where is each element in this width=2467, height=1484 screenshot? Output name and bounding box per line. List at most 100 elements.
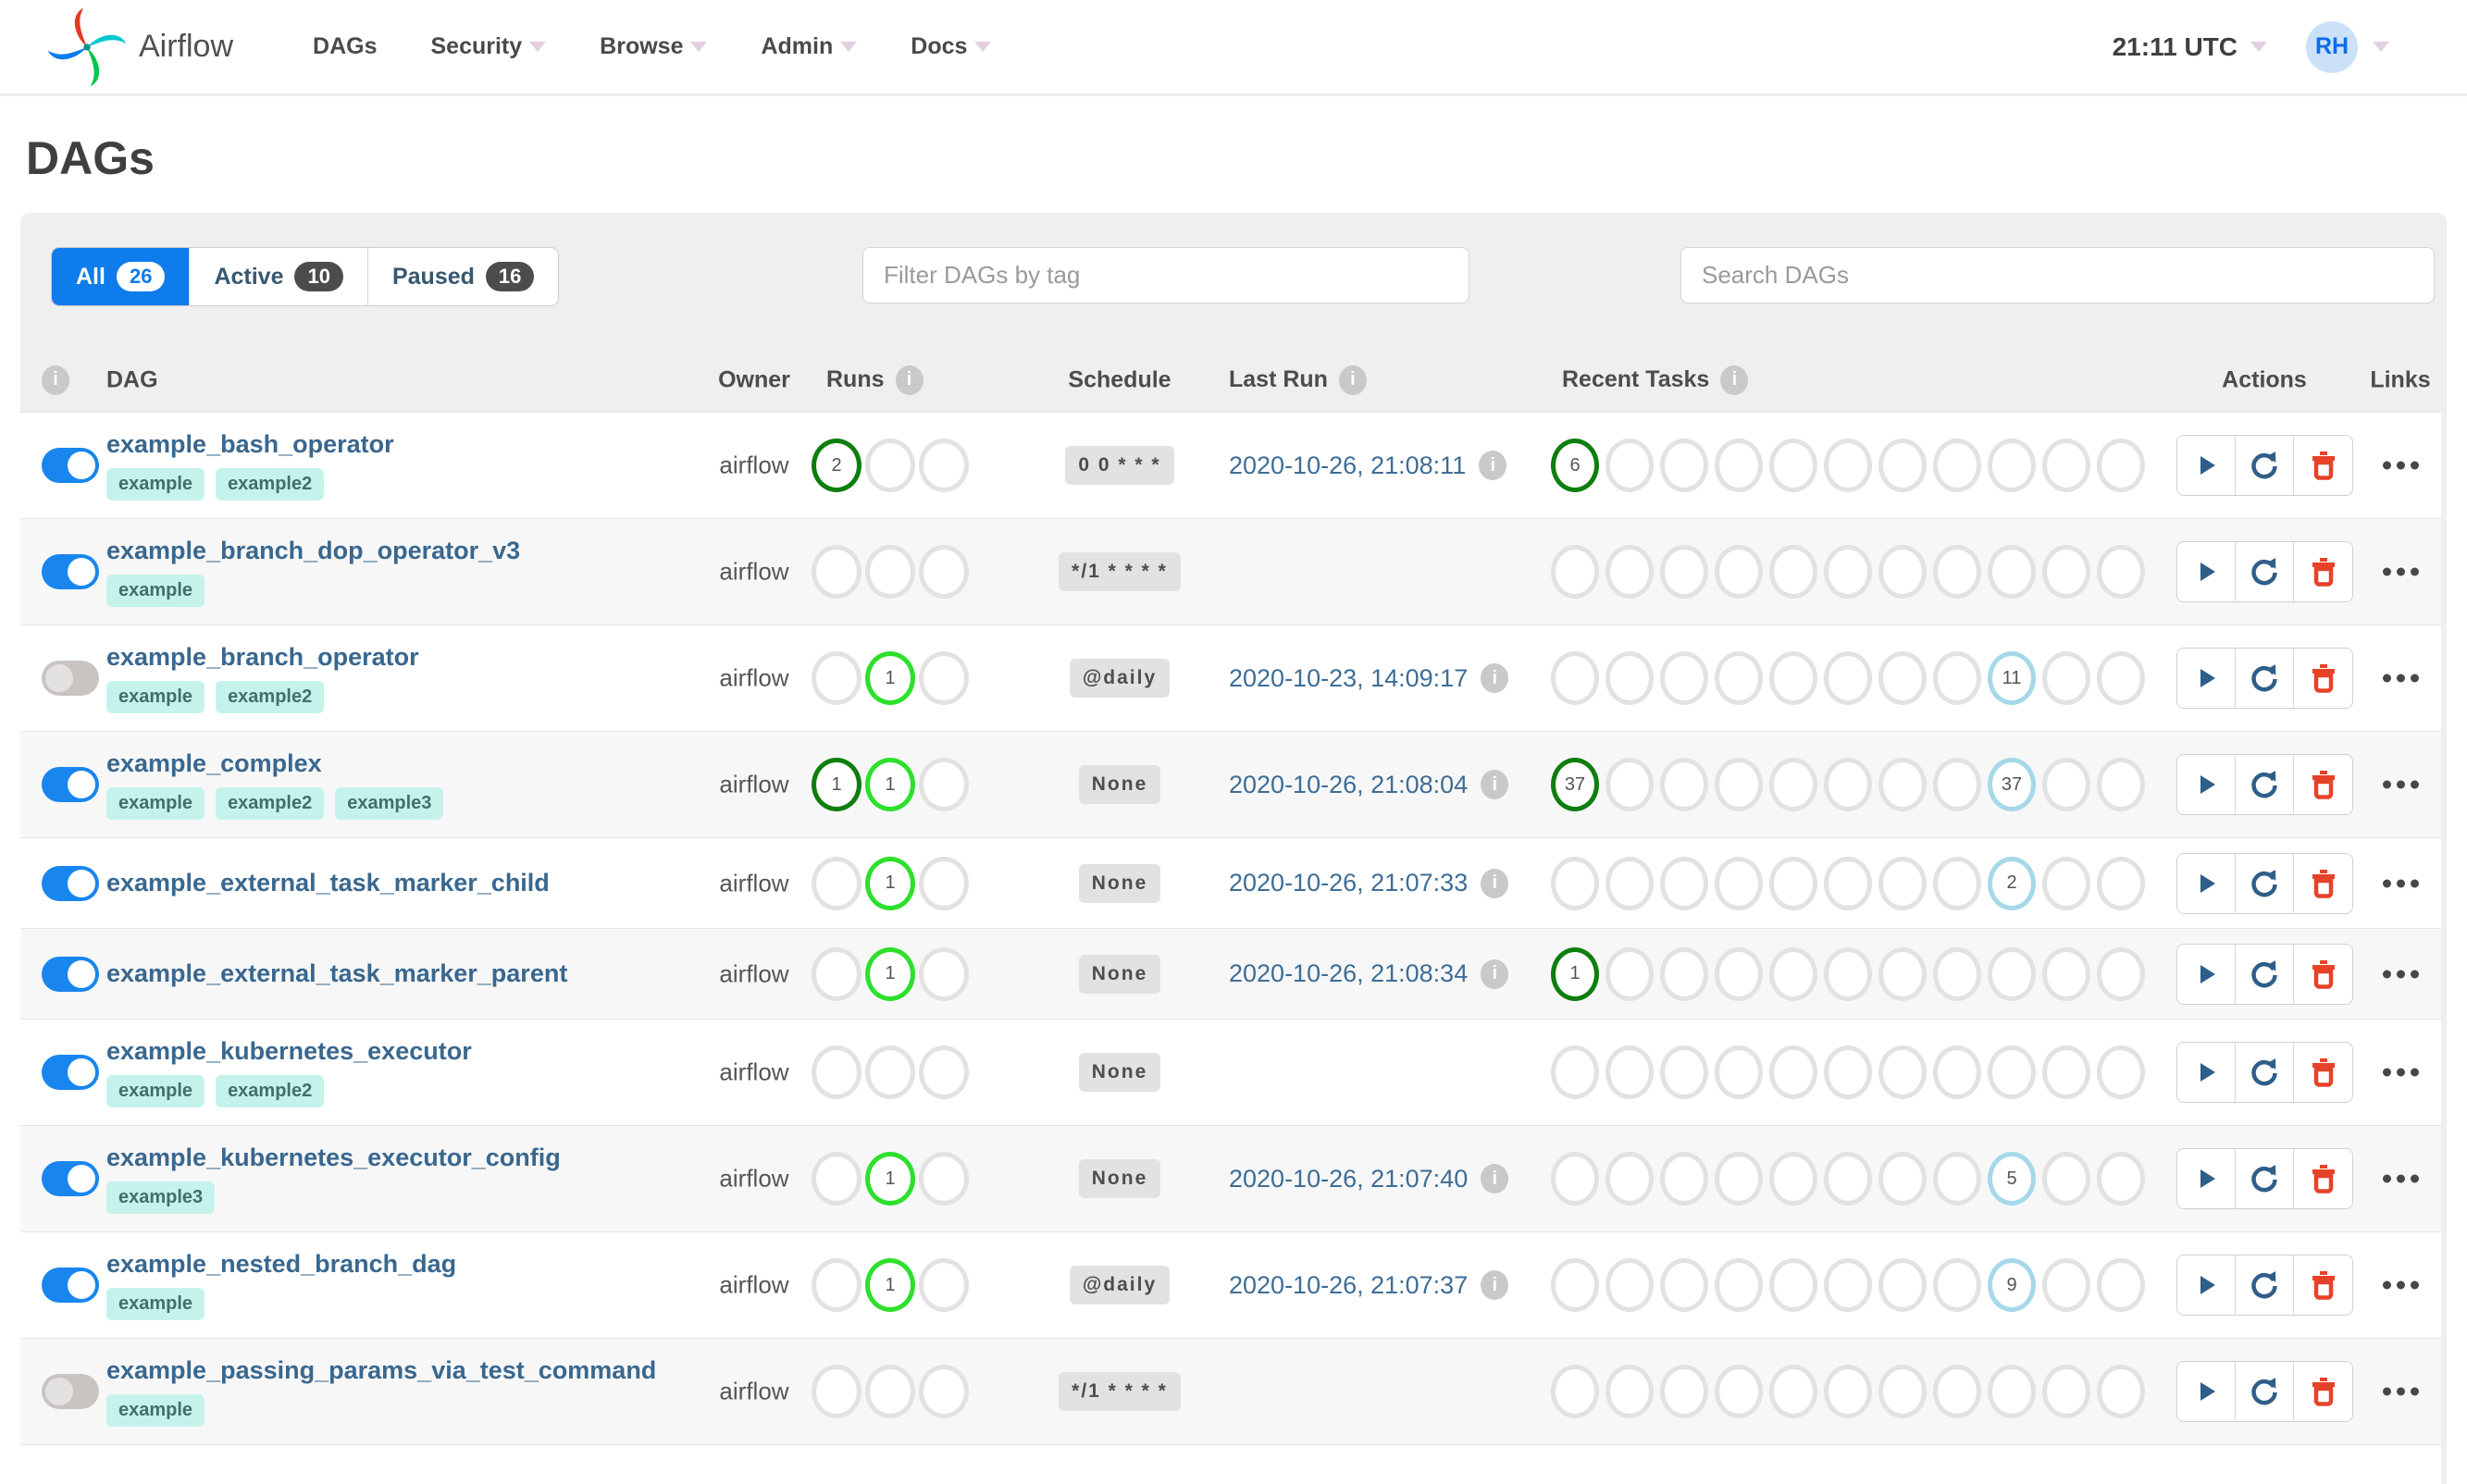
filter-tags-input[interactable]	[862, 247, 1469, 303]
task-state-circle-up_for_retry[interactable]	[1824, 946, 1872, 1001]
refresh-dag-button[interactable]	[2236, 649, 2294, 708]
task-state-circle-success[interactable]	[812, 1152, 862, 1206]
task-state-circle-success[interactable]	[1551, 1365, 1599, 1418]
task-state-circle-skipped[interactable]	[1769, 1045, 1817, 1099]
task-state-circle-skipped[interactable]	[1769, 439, 1817, 492]
search-dags-input[interactable]	[1680, 247, 2435, 303]
task-state-circle-running[interactable]	[1605, 1258, 1654, 1312]
task-state-circle-queued[interactable]	[1933, 1045, 1981, 1099]
task-state-circle-removed[interactable]	[2097, 946, 2145, 1001]
task-state-circle-removed[interactable]	[2097, 856, 2145, 910]
dag-pause-toggle[interactable]	[42, 554, 99, 589]
task-state-circle-success[interactable]	[812, 651, 862, 705]
delete-dag-button[interactable]	[2294, 436, 2352, 495]
task-state-circle-success[interactable]	[1551, 1045, 1599, 1099]
task-state-circle-up_for_reschedule[interactable]	[1878, 758, 1927, 811]
task-state-circle-up_for_reschedule[interactable]	[1878, 1365, 1927, 1418]
task-state-circle-removed[interactable]	[2097, 545, 2145, 599]
dag-pause-toggle[interactable]	[42, 865, 99, 901]
dag-links-menu[interactable]	[2362, 1280, 2439, 1290]
delete-dag-button[interactable]	[2294, 853, 2352, 913]
task-state-circle-scheduled[interactable]	[2042, 856, 2090, 910]
dag-links-menu[interactable]	[2362, 674, 2439, 683]
dag-tag-badge[interactable]: example	[106, 1075, 205, 1107]
task-state-circle-failed[interactable]	[1660, 651, 1708, 705]
dag-tag-badge[interactable]: example3	[335, 787, 444, 820]
task-state-circle-success[interactable]: 1	[812, 758, 862, 811]
task-state-circle-failed[interactable]	[1660, 856, 1708, 910]
last-run-link[interactable]: 2020-10-26, 21:07:37	[1229, 1271, 1468, 1300]
trigger-dag-button[interactable]	[2177, 436, 2236, 495]
task-state-circle-scheduled[interactable]	[2042, 1365, 2090, 1418]
task-state-circle-success[interactable]	[812, 946, 862, 1001]
dag-links-menu[interactable]	[2362, 567, 2439, 576]
task-state-circle-up_for_retry[interactable]	[1824, 758, 1872, 811]
task-state-circle-skipped[interactable]	[1769, 758, 1817, 811]
task-state-circle-upstream_failed[interactable]	[1715, 1152, 1763, 1206]
task-state-circle-scheduled[interactable]	[2042, 1152, 2090, 1206]
dag-links-menu[interactable]	[2362, 1387, 2439, 1396]
task-state-circle-upstream_failed[interactable]	[1715, 651, 1763, 705]
task-state-circle-up_for_reschedule[interactable]	[1878, 1152, 1927, 1206]
task-state-circle-queued[interactable]	[1933, 1365, 1981, 1418]
task-state-circle-up_for_reschedule[interactable]	[1878, 651, 1927, 705]
task-state-circle-queued[interactable]	[1933, 758, 1981, 811]
task-state-circle-running[interactable]	[865, 1365, 915, 1418]
task-state-circle-failed[interactable]	[1660, 946, 1708, 1001]
tab-active[interactable]: Active 10	[190, 248, 368, 305]
dag-tag-badge[interactable]: example	[106, 787, 205, 820]
dag-name-link[interactable]: example_kubernetes_executor	[106, 1037, 472, 1066]
task-state-circle-up_for_reschedule[interactable]	[1878, 439, 1927, 492]
delete-dag-button[interactable]	[2294, 542, 2352, 601]
task-state-circle-scheduled[interactable]	[2042, 758, 2090, 811]
task-state-circle-scheduled[interactable]	[2042, 651, 2090, 705]
dag-name-link[interactable]: example_external_task_marker_parent	[106, 959, 567, 988]
task-state-circle-running[interactable]	[1605, 946, 1654, 1001]
task-state-circle-scheduled[interactable]	[2042, 439, 2090, 492]
delete-dag-button[interactable]	[2294, 1149, 2352, 1208]
task-state-circle-success[interactable]: 1	[1551, 946, 1599, 1001]
task-state-circle-none[interactable]: 9	[1988, 1258, 2036, 1312]
task-state-circle-failed[interactable]	[919, 946, 969, 1001]
task-state-circle-success[interactable]	[812, 1045, 862, 1099]
nav-item-admin[interactable]: Admin	[761, 33, 858, 60]
dag-pause-toggle[interactable]	[42, 1268, 99, 1303]
task-state-circle-upstream_failed[interactable]	[1715, 1258, 1763, 1312]
dag-links-menu[interactable]	[2362, 461, 2439, 470]
task-state-circle-up_for_retry[interactable]	[1824, 1045, 1872, 1099]
task-state-circle-running[interactable]: 1	[865, 1258, 915, 1312]
task-state-circle-skipped[interactable]	[1769, 1365, 1817, 1418]
task-state-circle-skipped[interactable]	[1769, 946, 1817, 1001]
utc-clock-dropdown[interactable]: 21:11 UTC	[2113, 32, 2267, 62]
task-state-circle-success[interactable]	[812, 545, 862, 599]
nav-item-security[interactable]: Security	[431, 33, 547, 60]
task-state-circle-success[interactable]	[1551, 1258, 1599, 1312]
dag-name-link[interactable]: example_bash_operator	[106, 430, 394, 459]
dag-tag-badge[interactable]: example2	[216, 681, 325, 713]
trigger-dag-button[interactable]	[2177, 649, 2236, 708]
task-state-circle-success[interactable]: 37	[1551, 758, 1599, 811]
task-state-circle-none[interactable]: 5	[1988, 1152, 2036, 1206]
task-state-circle-success[interactable]	[1551, 856, 1599, 910]
task-state-circle-failed[interactable]	[1660, 1045, 1708, 1099]
dag-pause-toggle[interactable]	[42, 661, 99, 696]
task-state-circle-failed[interactable]	[919, 856, 969, 910]
last-run-link[interactable]: 2020-10-26, 21:07:40	[1229, 1165, 1468, 1193]
task-state-circle-upstream_failed[interactable]	[1715, 1365, 1763, 1418]
trigger-dag-button[interactable]	[2177, 1362, 2236, 1421]
task-state-circle-upstream_failed[interactable]	[1715, 758, 1763, 811]
trigger-dag-button[interactable]	[2177, 1149, 2236, 1208]
dag-links-menu[interactable]	[2362, 879, 2439, 887]
nav-item-dags[interactable]: DAGs	[313, 33, 377, 60]
dag-tag-badge[interactable]: example	[106, 1288, 205, 1320]
dag-tag-badge[interactable]: example2	[216, 468, 325, 501]
task-state-circle-upstream_failed[interactable]	[1715, 946, 1763, 1001]
task-state-circle-failed[interactable]	[1660, 758, 1708, 811]
dag-links-menu[interactable]	[2362, 780, 2439, 789]
nav-item-docs[interactable]: Docs	[911, 33, 992, 60]
last-run-link[interactable]: 2020-10-23, 14:09:17	[1229, 664, 1468, 693]
task-state-circle-failed[interactable]	[1660, 1365, 1708, 1418]
task-state-circle-up_for_retry[interactable]	[1824, 856, 1872, 910]
task-state-circle-upstream_failed[interactable]	[1715, 545, 1763, 599]
task-state-circle-running[interactable]	[1605, 856, 1654, 910]
